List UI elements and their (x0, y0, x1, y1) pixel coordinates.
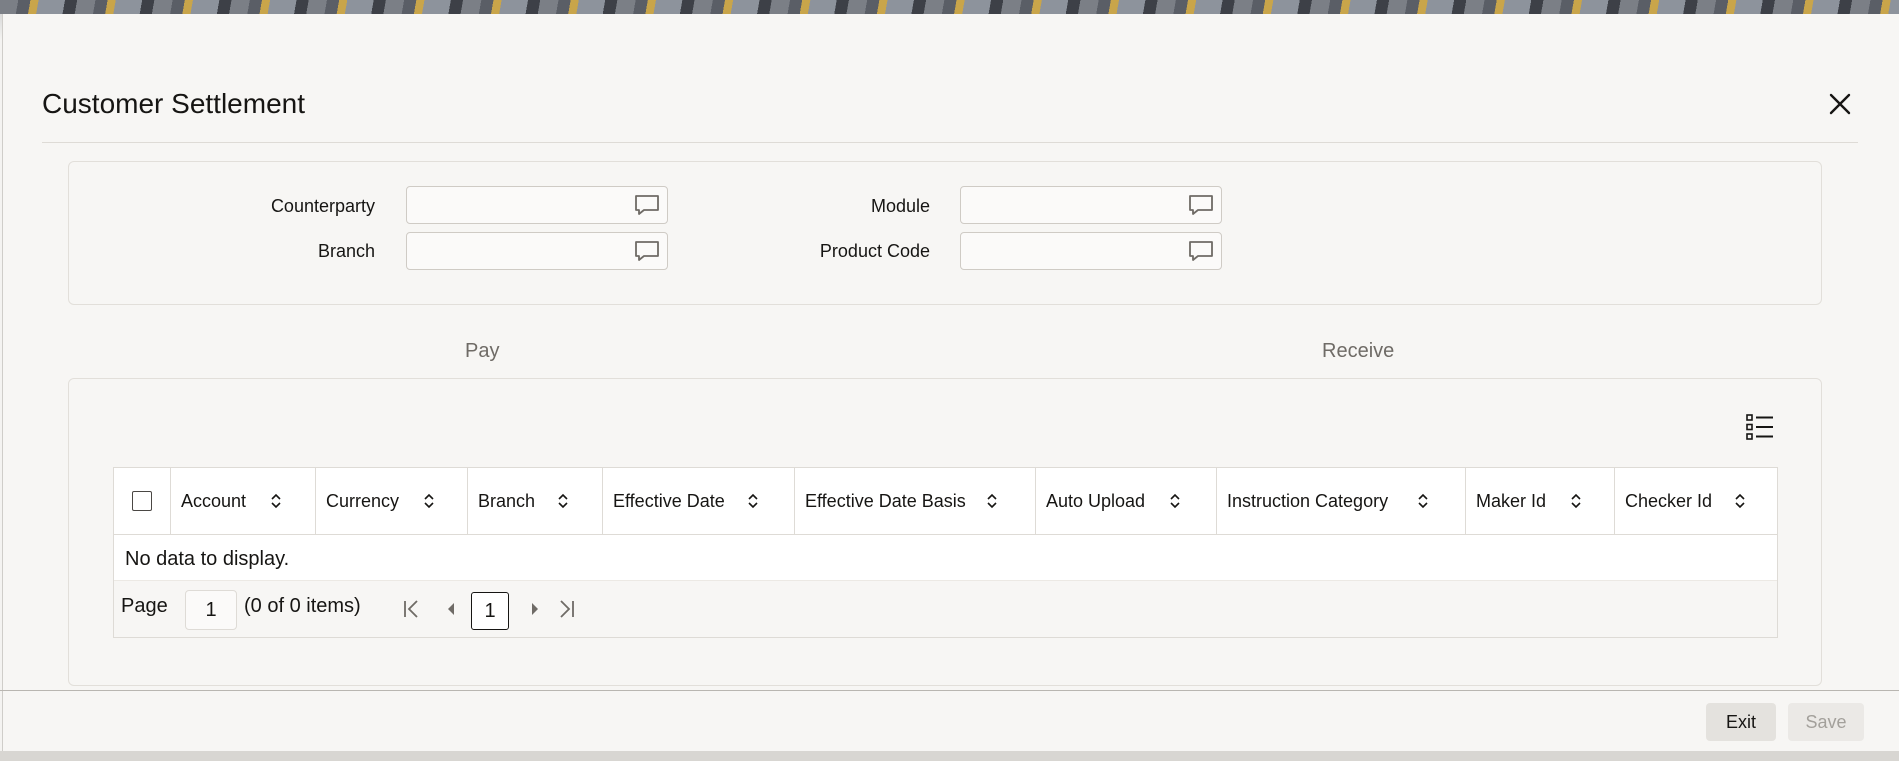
column-label: Account (181, 490, 247, 511)
module-field[interactable] (960, 186, 1222, 224)
branch-lov-icon[interactable] (633, 239, 661, 263)
tab-pay[interactable]: Pay (465, 340, 499, 363)
column-label: Checker Id (1625, 490, 1713, 511)
footer-divider (0, 690, 1899, 691)
next-page-icon[interactable] (523, 597, 547, 621)
column-label: Branch (478, 490, 536, 511)
title-divider (42, 142, 1858, 143)
column-label: Currency (326, 490, 400, 511)
close-icon (1829, 93, 1851, 115)
tab-receive[interactable]: Receive (1322, 340, 1394, 363)
column-header-effective-date-basis[interactable]: Effective Date Basis (795, 468, 1036, 534)
column-header-currency[interactable]: Currency (316, 468, 468, 534)
module-label: Module (870, 196, 930, 216)
last-page-icon[interactable] (554, 597, 578, 621)
sort-arrows-icon (424, 493, 434, 509)
page-number-input[interactable]: 1 (185, 590, 237, 630)
column-header-checker-id[interactable]: Checker Id (1615, 468, 1777, 534)
exit-button[interactable]: Exit (1706, 703, 1776, 741)
column-label: Auto Upload (1046, 490, 1146, 511)
product-code-input[interactable] (961, 233, 1171, 269)
counterparty-field[interactable] (406, 186, 668, 224)
product-code-label: Product Code (819, 241, 930, 261)
column-manager-icon[interactable] (1744, 411, 1776, 443)
bottom-scroll-bar (0, 751, 1899, 761)
counterparty-label: Counterparty (270, 196, 375, 216)
branch-input[interactable] (407, 233, 617, 269)
save-button[interactable]: Save (1788, 703, 1864, 741)
page-label: Page (121, 595, 168, 617)
table-header: Account Currency Branch Effective Date E… (114, 468, 1777, 535)
column-header-account[interactable]: Account (171, 468, 316, 534)
close-button[interactable] (1824, 88, 1856, 120)
sort-arrows-icon (1571, 493, 1581, 509)
column-label: Instruction Category (1227, 490, 1389, 511)
branch-field[interactable] (406, 232, 668, 270)
sort-arrows-icon (987, 493, 997, 509)
background-banner (0, 0, 1899, 14)
column-header-branch[interactable]: Branch (468, 468, 603, 534)
empty-table-message: No data to display. (125, 548, 290, 570)
column-label: Maker Id (1476, 490, 1547, 511)
sort-arrows-icon (558, 493, 568, 509)
pagination-bar: Page 1 (0 of 0 items) 1 (114, 580, 1777, 637)
sort-arrows-icon (748, 493, 758, 509)
sort-arrows-icon (1418, 493, 1428, 509)
branch-label: Branch (317, 241, 375, 261)
column-label: Effective Date (613, 490, 725, 511)
search-criteria-panel (68, 161, 1822, 305)
product-code-lov-icon[interactable] (1187, 239, 1215, 263)
product-code-field[interactable] (960, 232, 1222, 270)
previous-page-icon[interactable] (439, 597, 463, 621)
current-page-button[interactable]: 1 (471, 592, 509, 630)
column-header-effective-date[interactable]: Effective Date (603, 468, 795, 534)
items-count: (0 of 0 items) (244, 595, 361, 617)
settlement-table: Account Currency Branch Effective Date E… (113, 467, 1778, 638)
column-header-instruction-category[interactable]: Instruction Category (1217, 468, 1466, 534)
column-label: Effective Date Basis (805, 490, 966, 511)
counterparty-input[interactable] (407, 187, 617, 223)
module-lov-icon[interactable] (1187, 193, 1215, 217)
first-page-icon[interactable] (400, 597, 424, 621)
module-input[interactable] (961, 187, 1171, 223)
select-all-checkbox[interactable] (132, 491, 152, 511)
dialog-title: Customer Settlement (42, 88, 305, 119)
select-all-cell (114, 468, 171, 534)
sort-arrows-icon (271, 493, 281, 509)
column-header-maker-id[interactable]: Maker Id (1466, 468, 1615, 534)
sort-arrows-icon (1735, 493, 1745, 509)
counterparty-lov-icon[interactable] (633, 193, 661, 217)
sort-arrows-icon (1170, 493, 1180, 509)
column-header-auto-upload[interactable]: Auto Upload (1036, 468, 1217, 534)
